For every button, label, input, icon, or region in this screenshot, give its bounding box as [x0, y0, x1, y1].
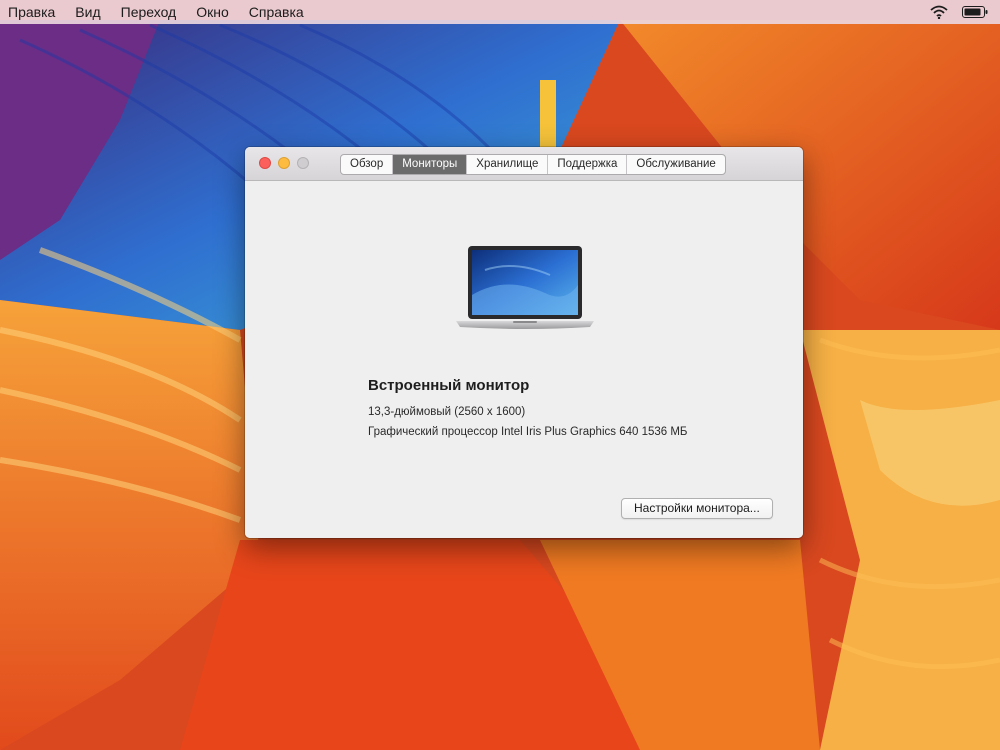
tab-support[interactable]: Поддержка — [548, 155, 628, 174]
display-gpu: Графический процессор Intel Iris Plus Gr… — [368, 426, 688, 438]
wifi-icon[interactable] — [930, 5, 948, 19]
zoom-button[interactable] — [297, 157, 309, 169]
display-settings-button[interactable]: Настройки монитора... — [621, 498, 773, 519]
status-area — [930, 5, 1000, 19]
tab-service[interactable]: Обслуживание — [627, 155, 724, 174]
about-this-mac-window: Обзор Мониторы Хранилище Поддержка Обслу… — [245, 147, 803, 538]
tab-bar: Обзор Мониторы Хранилище Поддержка Обслу… — [340, 154, 726, 175]
displays-panel: Встроенный монитор 13,3-дюймовый (2560 x… — [245, 181, 803, 538]
desktop: Правка Вид Переход Окно Справка Обзор Мо… — [0, 0, 1000, 750]
minimize-button[interactable] — [278, 157, 290, 169]
window-titlebar[interactable]: Обзор Мониторы Хранилище Поддержка Обслу… — [245, 147, 803, 181]
display-size: 13,3-дюймовый (2560 x 1600) — [368, 406, 526, 418]
tab-overview[interactable]: Обзор — [341, 155, 394, 174]
battery-icon[interactable] — [962, 6, 988, 18]
menu-window[interactable]: Окно — [186, 0, 239, 24]
close-button[interactable] — [259, 157, 271, 169]
laptop-image — [456, 246, 594, 329]
menu-help[interactable]: Справка — [239, 0, 314, 24]
menu-edit[interactable]: Правка — [0, 0, 65, 24]
menu-bar: Правка Вид Переход Окно Справка — [0, 0, 1000, 24]
menu-go[interactable]: Переход — [111, 0, 187, 24]
display-name: Встроенный монитор — [368, 377, 530, 394]
tab-storage[interactable]: Хранилище — [467, 155, 549, 174]
tab-displays[interactable]: Мониторы — [393, 155, 468, 174]
menu-view[interactable]: Вид — [65, 0, 110, 24]
